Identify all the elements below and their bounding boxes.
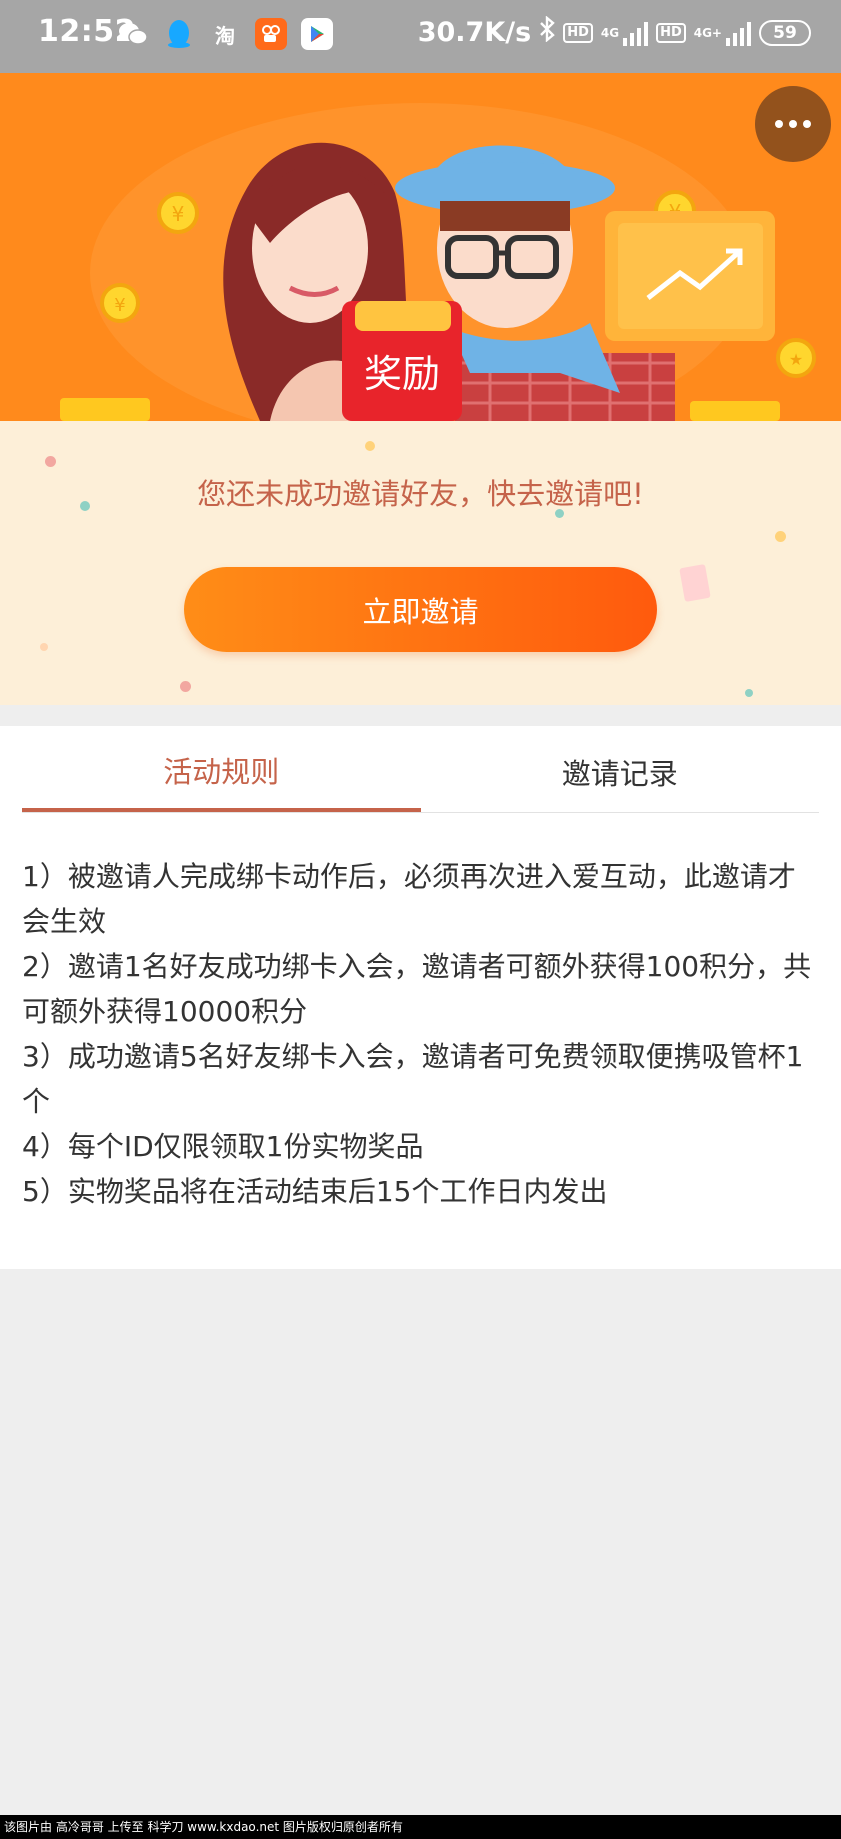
network-type-2: 4G+	[693, 25, 722, 40]
confetti	[180, 681, 191, 692]
svg-text:¥: ¥	[114, 295, 125, 316]
promo-banner: ¥ ¥ ¥ ★	[0, 73, 841, 421]
svg-text:¥: ¥	[172, 202, 185, 226]
wechat-icon	[117, 18, 149, 50]
red-envelope-icon	[679, 564, 711, 602]
qq-icon	[163, 18, 195, 50]
confetti	[745, 689, 753, 697]
rules-list: 1）被邀请人完成绑卡动作后，必须再次进入爱互动，此邀请才会生效 2）邀请1名好友…	[22, 854, 822, 1214]
tab-activity-rules[interactable]: 活动规则	[22, 726, 421, 812]
signal-icon-2	[726, 20, 751, 46]
battery-level: 59	[773, 22, 797, 43]
tab-bar: 活动规则 邀请记录	[22, 726, 819, 813]
rule-item: 2）邀请1名好友成功绑卡入会，邀请者可额外获得100积分，共可额外获得10000…	[22, 950, 812, 1028]
more-menu-button[interactable]	[755, 86, 831, 162]
red-packet-text: 奖励	[364, 352, 440, 396]
status-indicators: 30.7K/s HD 4G HD 4G+ 59	[417, 15, 811, 49]
rule-item: 5）实物奖品将在活动结束后15个工作日内发出	[22, 1175, 608, 1208]
battery-icon: 59	[759, 19, 811, 46]
signal-icon-1	[623, 20, 649, 46]
kuaishou-icon	[255, 18, 287, 50]
invite-section: 您还未成功邀请好友，快去邀请吧! 立即邀请	[0, 421, 841, 705]
rule-item: 3）成功邀请5名好友绑卡入会，邀请者可免费领取便携吸管杯1个	[22, 1040, 804, 1118]
bluetooth-icon	[539, 15, 555, 49]
invite-now-button[interactable]: 立即邀请	[184, 567, 657, 652]
hd-badge-2: HD	[656, 22, 686, 43]
page: 12:52 淘 30.7K/s HD 4G HD 4G+ 59 ¥ ¥ ★ 奖励…	[0, 0, 841, 1839]
confetti	[40, 643, 48, 651]
tab-invite-records[interactable]: 邀请记录	[421, 726, 820, 812]
status-bar: 12:52 淘 30.7K/s HD 4G HD 4G+ 59	[0, 0, 841, 73]
svg-text:★: ★	[789, 350, 803, 369]
status-app-icons: 淘	[117, 18, 333, 50]
watermark-bar: 该图片由 高冷哥哥 上传至 科学刀 www.kxdao.net 图片版权归原创者…	[0, 1815, 841, 1839]
banner-illustration: ¥ ¥ ¥ ★	[0, 73, 841, 421]
play-store-icon	[301, 18, 333, 50]
coin-icon: ¥	[157, 192, 199, 234]
confetti	[365, 441, 375, 451]
rules-card: 活动规则 邀请记录 1）被邀请人完成绑卡动作后，必须再次进入爱互动，此邀请才会生…	[0, 726, 841, 1269]
confetti	[45, 456, 56, 467]
confetti	[775, 531, 786, 542]
rule-item: 1）被邀请人完成绑卡动作后，必须再次进入爱互动，此邀请才会生效	[22, 860, 796, 938]
hd-badge-1: HD	[563, 22, 593, 43]
taobao-icon: 淘	[215, 23, 235, 48]
invite-message: 您还未成功邀请好友，快去邀请吧!	[197, 477, 644, 511]
rule-item: 4）每个ID仅限领取1份实物奖品	[22, 1130, 424, 1163]
net-speed: 30.7K/s	[417, 17, 532, 48]
network-type-1: 4G	[600, 25, 620, 40]
